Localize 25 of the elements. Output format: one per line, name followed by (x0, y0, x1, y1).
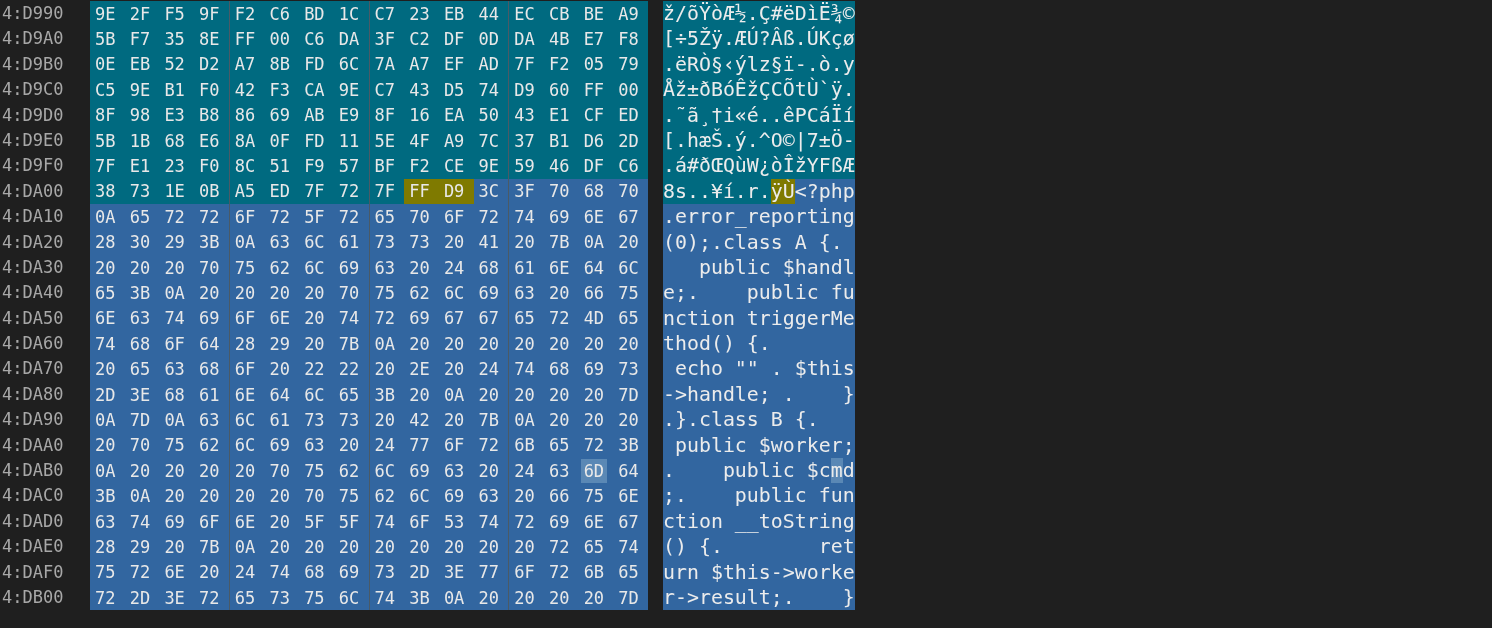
offset-label: 4:DA40 (1, 281, 65, 305)
offset-label: 4:D9A0 (1, 27, 65, 51)
offset-label: 4:D9C0 (1, 78, 65, 102)
offset-label: 4:DA80 (1, 382, 65, 406)
offset-label: 4:DAB0 (1, 459, 65, 483)
offset-label: 4:D9F0 (1, 154, 65, 178)
offset-label: 4:DAF0 (1, 560, 65, 584)
offset-label: 4:DA10 (1, 205, 65, 229)
offset-label: 4:DA20 (1, 230, 65, 254)
offset-label: 4:DAA0 (1, 433, 65, 457)
offset-label: 4:DA30 (1, 255, 65, 279)
offset-label: 4:D9D0 (1, 103, 65, 127)
offset-label: 4:DA70 (1, 357, 65, 381)
offset-label: 4:DAD0 (1, 509, 65, 533)
offset-label: 4:DA00 (1, 179, 65, 203)
offset-label: 4:DA90 (1, 408, 65, 432)
offset-label: 4:DA60 (1, 332, 65, 356)
offset-label: 4:D990 (1, 2, 65, 25)
offset-label: 4:D9B0 (1, 52, 65, 76)
offset-label: 4:DAE0 (1, 535, 65, 559)
offset-label: 4:D9E0 (1, 128, 65, 152)
offset-label: 4:DAC0 (1, 484, 65, 508)
offset-label: 4:DB00 (1, 586, 65, 609)
offset-label: 4:DA50 (1, 306, 65, 330)
hex-byte[interactable]: 6D (580, 458, 608, 483)
